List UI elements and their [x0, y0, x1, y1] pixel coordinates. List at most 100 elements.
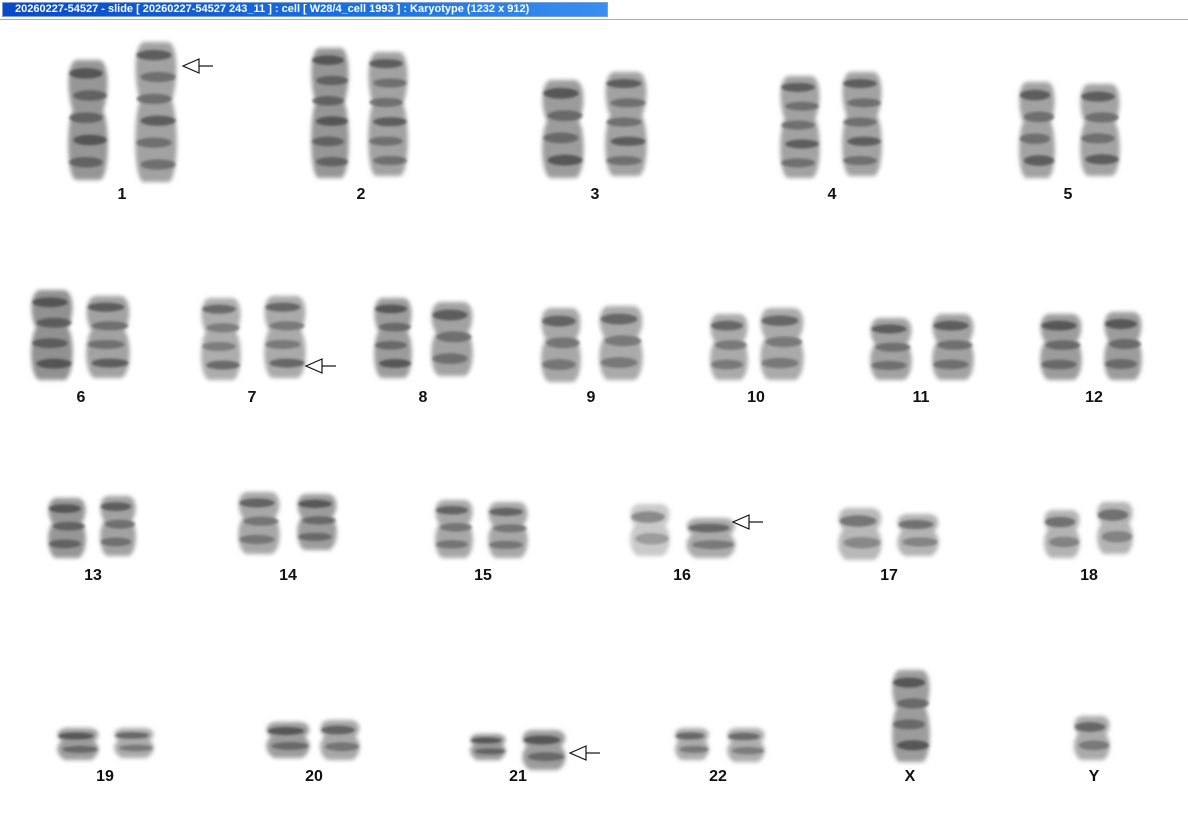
chromosome-1-b[interactable] — [135, 42, 177, 182]
karyotype-image — [31, 42, 1142, 770]
pair-label-2: 2 — [356, 186, 366, 203]
chromosome-16-a[interactable] — [630, 504, 670, 556]
chromosome-6-a[interactable] — [31, 290, 73, 380]
chromosome-4-a[interactable] — [780, 76, 820, 178]
chromosome-12-a[interactable] — [1040, 314, 1082, 380]
chromosome-13-a[interactable] — [48, 498, 86, 558]
chromosome-pair-15[interactable] — [435, 500, 528, 558]
window-titlebar[interactable]: 20260227-54527 - slide [ 20260227-54527 … — [0, 0, 1188, 20]
chromosome-pair-12[interactable] — [1040, 312, 1142, 380]
chromosome-pair-10[interactable] — [710, 308, 804, 380]
chromosome-pair-9[interactable] — [541, 306, 643, 382]
chromosome-15-a[interactable] — [435, 500, 473, 558]
chromosome-16-b[interactable] — [686, 518, 736, 558]
chromosome-pair-16[interactable] — [630, 504, 736, 558]
pair-label-8: 8 — [418, 389, 428, 406]
chromosome-pair-19[interactable] — [57, 728, 154, 760]
pair-label-9: 9 — [586, 389, 596, 406]
chromosome-9-a[interactable] — [541, 308, 581, 382]
chromosome-pair-X[interactable] — [892, 670, 930, 762]
chromosome-19-a[interactable] — [57, 728, 99, 760]
chromosome-20-b[interactable] — [320, 720, 360, 760]
pair-label-Y: Y — [1088, 768, 1100, 785]
pair-label-15: 15 — [474, 567, 492, 584]
pair-label-22: 22 — [709, 768, 727, 785]
chromosome-12-b[interactable] — [1104, 312, 1142, 380]
chromosome-2-a[interactable] — [311, 48, 349, 178]
pair-label-18: 18 — [1080, 567, 1098, 584]
chromosome-pair-8[interactable] — [374, 298, 473, 378]
chromosome-14-b[interactable] — [297, 494, 337, 550]
pair-label-14: 14 — [279, 567, 297, 584]
pair-label-21: 21 — [509, 768, 527, 785]
pair-label-20: 20 — [305, 768, 323, 785]
chromosome-pair-11[interactable] — [870, 314, 974, 380]
pair-label-19: 19 — [96, 768, 114, 785]
chromosome-pair-20[interactable] — [266, 720, 360, 760]
chromosome-pair-Y[interactable] — [1074, 716, 1110, 760]
chromosome-1-a[interactable] — [68, 60, 108, 180]
chromosome-3-a[interactable] — [542, 80, 584, 178]
pair-label-1: 1 — [117, 186, 127, 203]
chromosome-pair-18[interactable] — [1044, 502, 1133, 558]
chromosome-10-b[interactable] — [760, 308, 804, 380]
chromosome-8-a[interactable] — [374, 298, 412, 378]
chromosome-11-b[interactable] — [932, 314, 974, 380]
chromosome-9-b[interactable] — [599, 306, 643, 380]
chromosome-19-b[interactable] — [114, 728, 154, 758]
chromosome-pair-5[interactable] — [1019, 82, 1120, 178]
chromosome-5-a[interactable] — [1019, 82, 1055, 178]
chromosome-20-a[interactable] — [266, 722, 310, 758]
chromosome-pair-3[interactable] — [542, 72, 647, 178]
chromosome-7-a[interactable] — [201, 298, 241, 380]
chromosome-pair-22[interactable] — [675, 728, 765, 762]
pair-label-13: 13 — [84, 567, 102, 584]
chromosome-5-b[interactable] — [1080, 84, 1120, 176]
chromosome-pair-7[interactable] — [201, 296, 306, 380]
chromosome-4-b[interactable] — [842, 72, 882, 176]
left-arrow-icon — [181, 58, 213, 74]
chromosome-3-b[interactable] — [605, 72, 647, 176]
pair-label-X: X — [904, 768, 916, 785]
pair-label-17: 17 — [880, 567, 898, 584]
karyotype-canvas[interactable]: 1 2 3 4 5 6 7 8 9 10 11 12 13 14 15 16 17 18 19 20 21 22 X Y — [0, 20, 1188, 833]
pair-label-5: 5 — [1063, 186, 1073, 203]
chromosome-7-b[interactable] — [264, 296, 306, 378]
chromosome-6-b[interactable] — [86, 296, 130, 378]
left-arrow-icon — [568, 745, 600, 761]
chromosome-pair-17[interactable] — [838, 508, 939, 560]
pair-label-4: 4 — [827, 186, 837, 203]
chromosome-17-b[interactable] — [897, 514, 939, 556]
pair-label-11: 11 — [912, 389, 930, 406]
chromosome-10-a[interactable] — [710, 314, 748, 380]
chromosome-15-b[interactable] — [488, 502, 528, 558]
chromosome-21-b[interactable] — [522, 730, 566, 770]
left-arrow-icon — [304, 358, 336, 374]
chromosome-14-a[interactable] — [238, 492, 280, 554]
pair-label-10: 10 — [747, 389, 765, 406]
chromosome-pair-2[interactable] — [311, 48, 408, 178]
chromosome-11-a[interactable] — [870, 318, 912, 380]
chromosome-pair-13[interactable] — [48, 496, 136, 558]
chromosome-8-b[interactable] — [431, 302, 473, 376]
chromosome-X-a[interactable] — [892, 670, 930, 762]
chromosome-pair-14[interactable] — [238, 492, 337, 554]
chromosome-Y-a[interactable] — [1074, 716, 1110, 760]
chromosome-22-b[interactable] — [727, 728, 765, 762]
chromosome-17-a[interactable] — [838, 508, 882, 560]
chromosome-2-b[interactable] — [368, 52, 408, 176]
chromosome-pair-1[interactable] — [68, 42, 177, 182]
window-title: 20260227-54527 - slide [ 20260227-54527 … — [15, 3, 530, 15]
chromosome-13-b[interactable] — [100, 496, 136, 556]
chromosome-21-a[interactable] — [470, 734, 506, 760]
window-title-caption[interactable]: 20260227-54527 - slide [ 20260227-54527 … — [2, 2, 608, 17]
chromosome-pair-21[interactable] — [470, 730, 566, 770]
chromosome-18-a[interactable] — [1044, 510, 1080, 558]
pair-label-7: 7 — [247, 389, 257, 406]
pair-label-3: 3 — [590, 186, 600, 203]
chromosome-pair-4[interactable] — [780, 72, 882, 178]
chromosome-22-a[interactable] — [675, 728, 709, 760]
chromosome-18-b[interactable] — [1097, 502, 1133, 554]
pair-label-16: 16 — [673, 567, 691, 584]
chromosome-pair-6[interactable] — [31, 290, 130, 380]
